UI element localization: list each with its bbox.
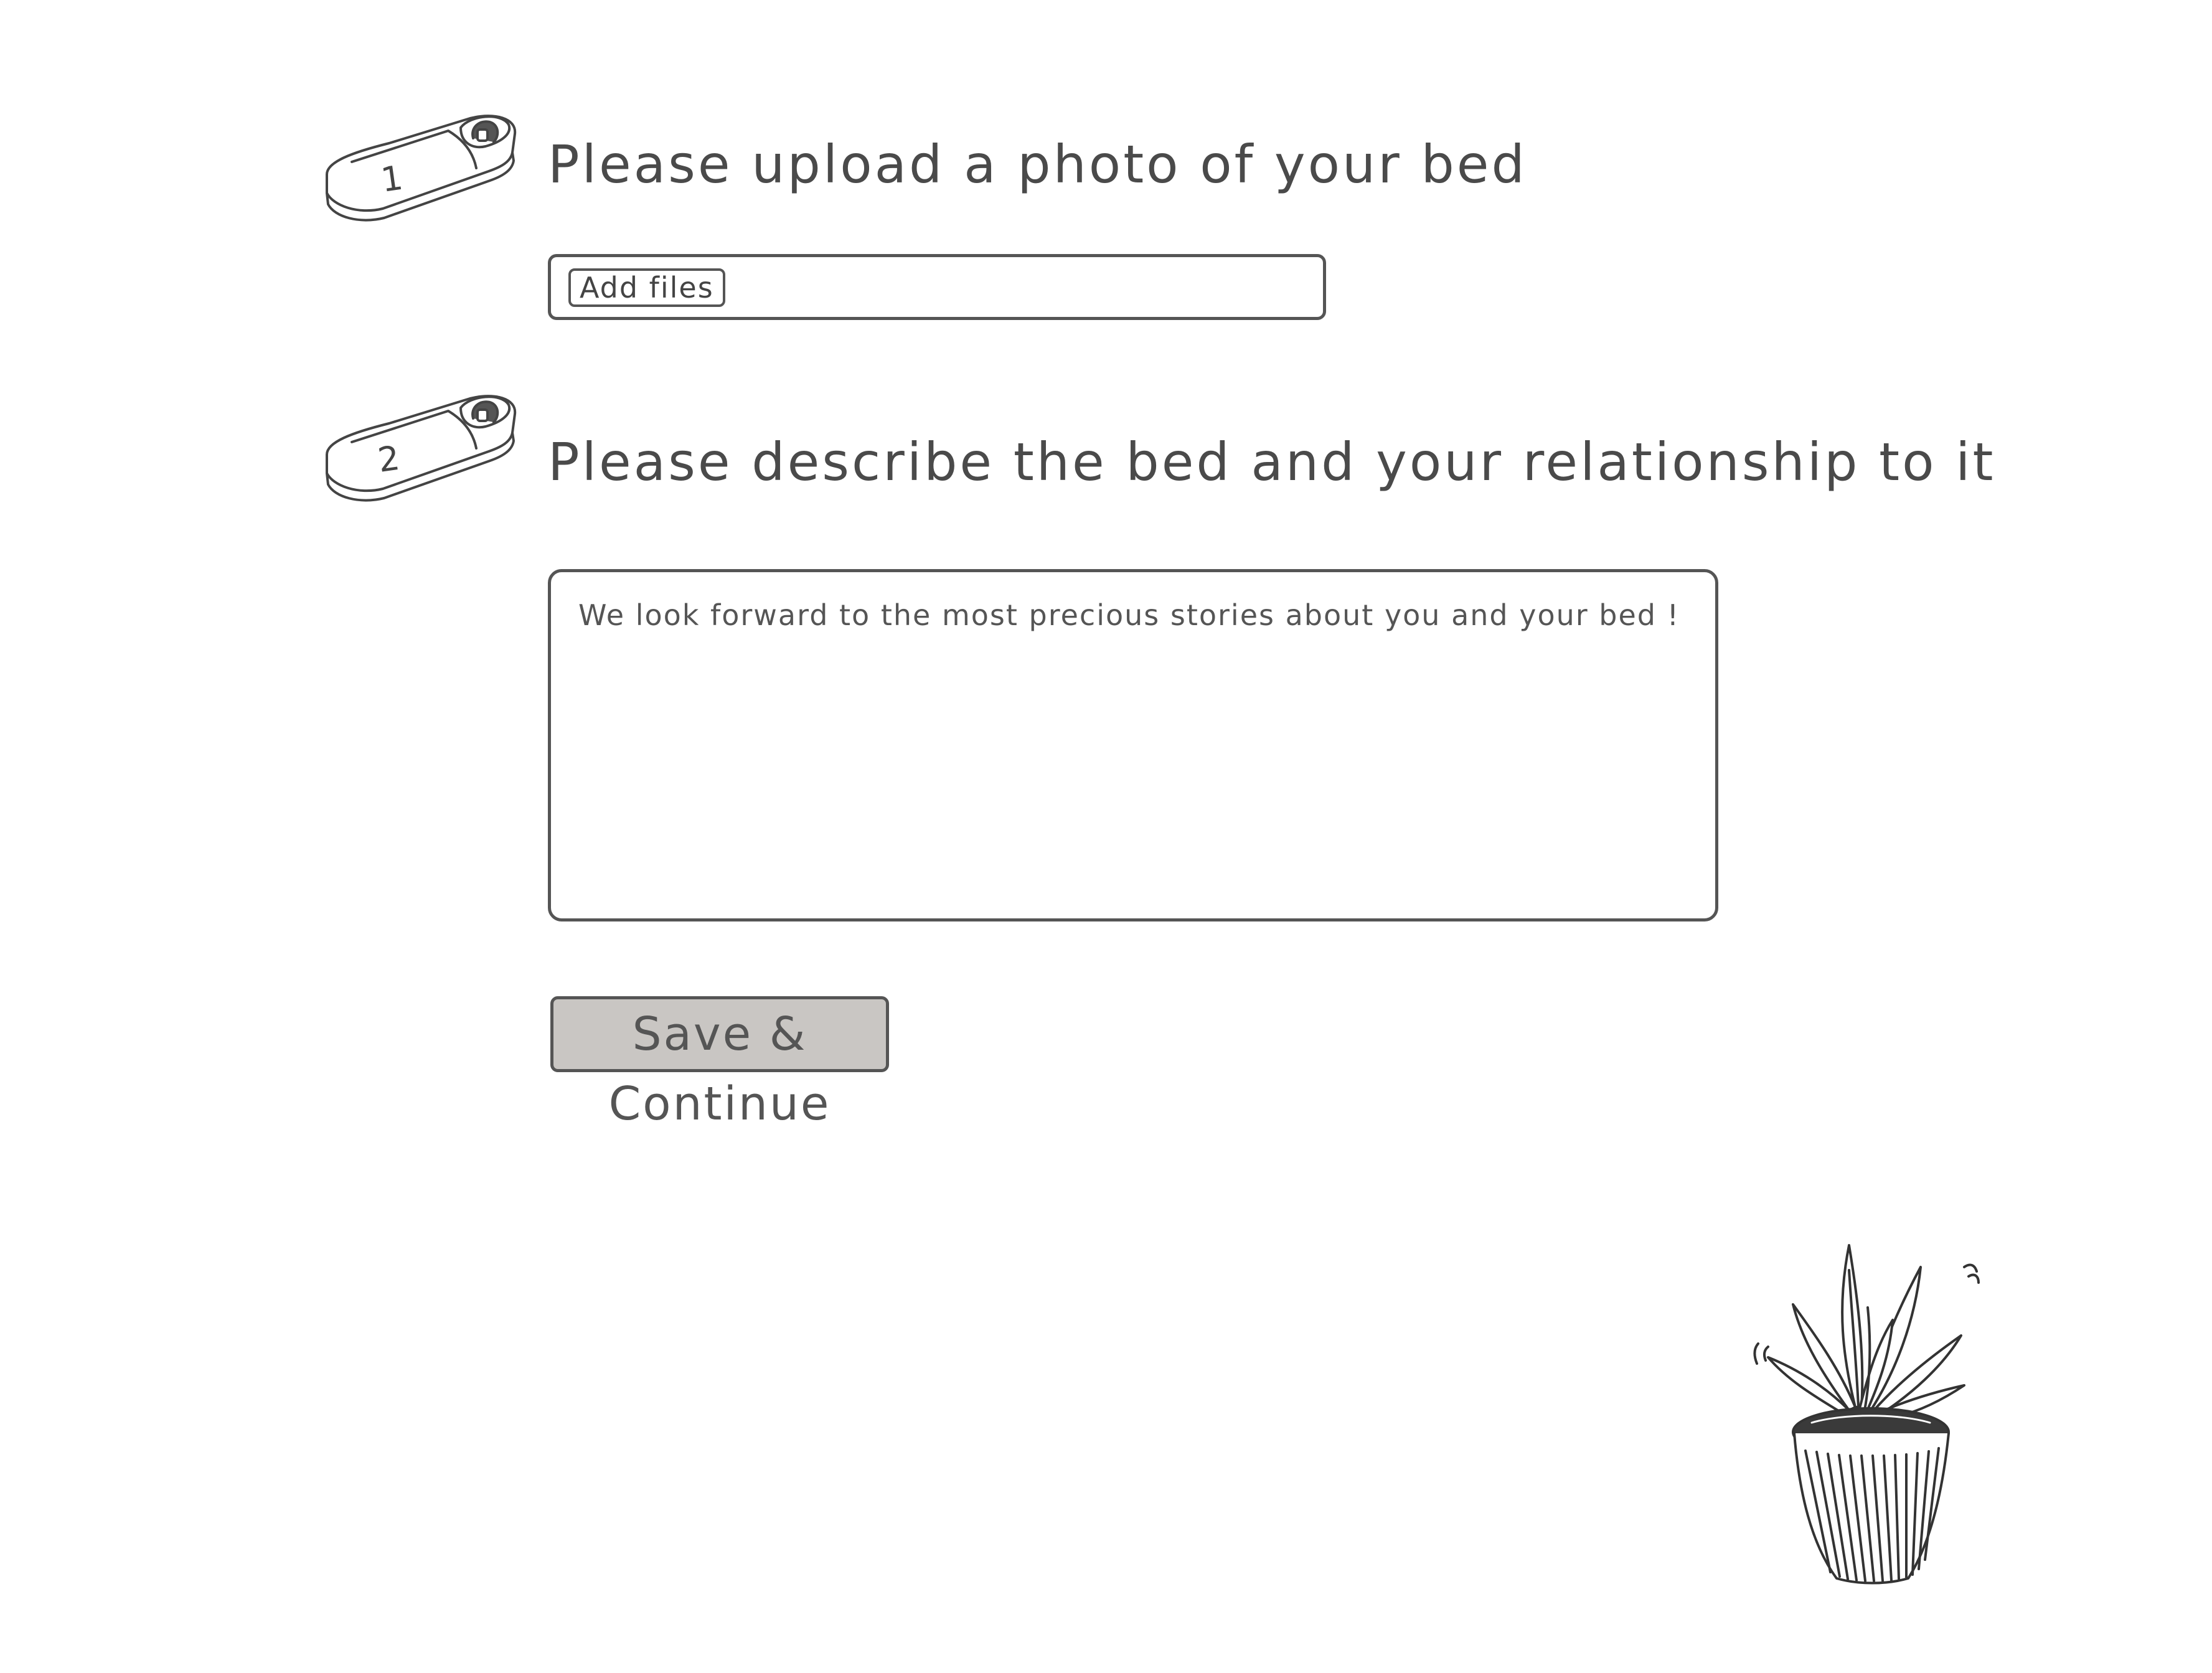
bed-description-textarea[interactable] <box>548 569 1718 921</box>
step-1-title: Please upload a photo of your bed <box>548 134 1527 195</box>
bed-icon-step-2: 2 <box>314 374 520 517</box>
step-number-1: 1 <box>379 158 405 200</box>
file-upload-field[interactable]: Add files <box>548 254 1326 320</box>
save-continue-button[interactable]: Save & Continue <box>550 996 889 1131</box>
potted-plant-icon <box>1743 1233 2005 1588</box>
step-number-2: 2 <box>375 438 402 480</box>
step-2-title: Please describe the bed and your relatio… <box>548 431 1996 492</box>
add-files-button[interactable]: Add files <box>568 268 725 307</box>
bed-icon-step-1: 1 <box>314 93 520 237</box>
